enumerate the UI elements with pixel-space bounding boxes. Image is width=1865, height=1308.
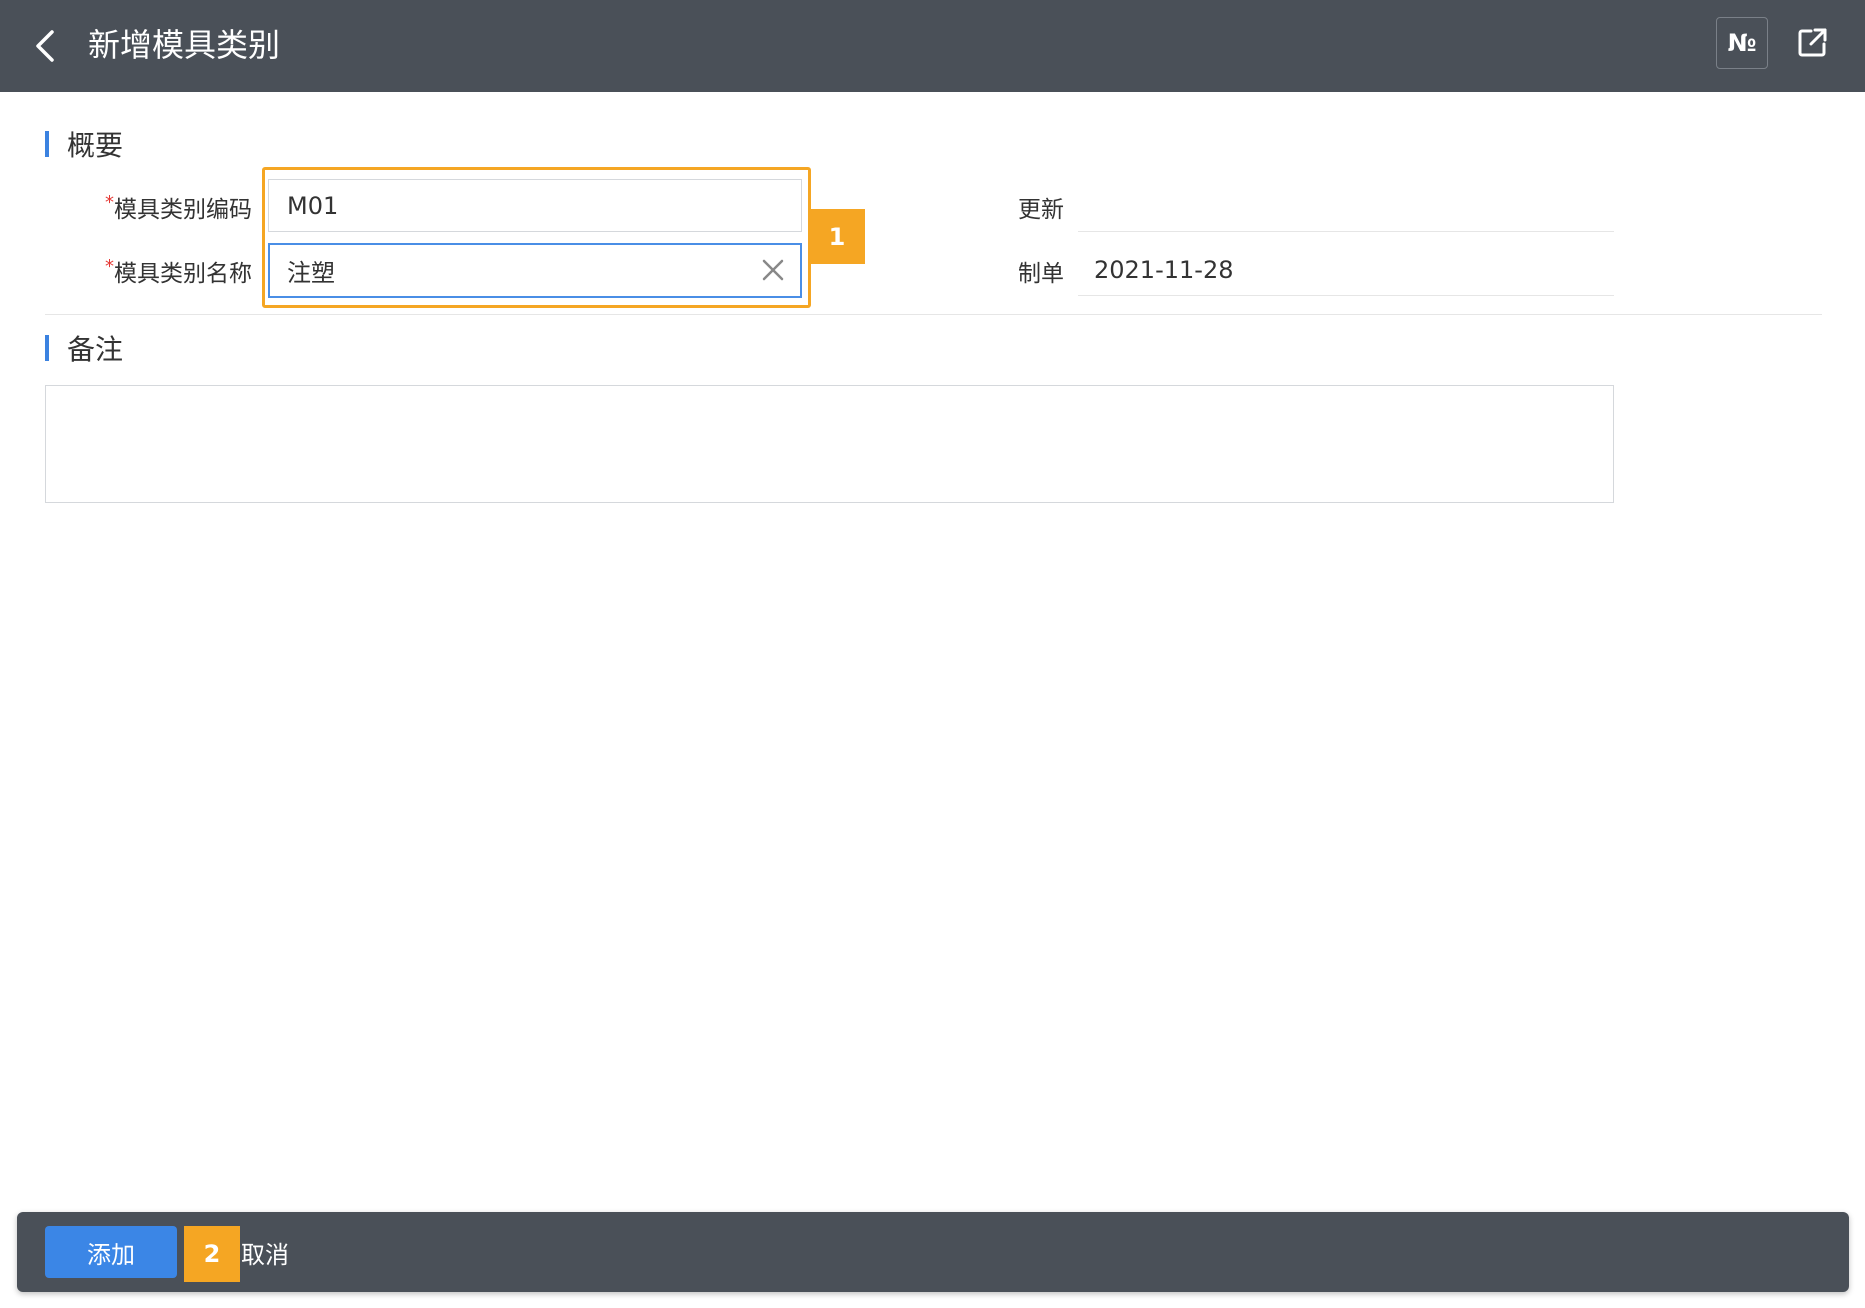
required-mark: * xyxy=(105,256,114,277)
section-summary-title: 概要 xyxy=(67,129,124,162)
highlight-box-1 xyxy=(262,167,811,308)
creator-value: 2021-11-28 xyxy=(1078,244,1614,296)
footer-toolbar: 添加 取消 xyxy=(17,1212,1849,1292)
back-button[interactable] xyxy=(28,26,64,66)
remark-textarea[interactable] xyxy=(45,385,1614,503)
external-link-icon xyxy=(1798,28,1827,57)
name-label: *模具类别名称 xyxy=(105,256,252,287)
update-value xyxy=(1078,180,1614,232)
required-mark: * xyxy=(105,192,114,213)
section-accent-bar xyxy=(45,335,49,361)
number-icon: № xyxy=(1727,29,1757,57)
section-divider xyxy=(45,314,1822,315)
update-label: 更新 xyxy=(1018,197,1064,223)
section-remark-title: 备注 xyxy=(67,333,124,366)
cancel-button[interactable]: 取消 xyxy=(241,1226,289,1278)
number-button[interactable]: № xyxy=(1716,17,1768,69)
section-summary-heading: 概要 xyxy=(45,124,123,164)
share-button[interactable] xyxy=(1786,17,1838,69)
section-remark-heading: 备注 xyxy=(45,328,123,368)
section-accent-bar xyxy=(45,131,49,157)
step-badge-1: 1 xyxy=(809,209,865,264)
code-label: *模具类别编码 xyxy=(105,192,252,223)
page-title: 新增模具类别 xyxy=(88,26,281,64)
step-badge-2: 2 xyxy=(184,1226,240,1282)
top-header: 新增模具类别 № xyxy=(0,0,1865,92)
chevron-left-icon xyxy=(36,30,54,62)
add-button[interactable]: 添加 xyxy=(45,1226,177,1278)
creator-label: 制单 xyxy=(1018,261,1064,287)
